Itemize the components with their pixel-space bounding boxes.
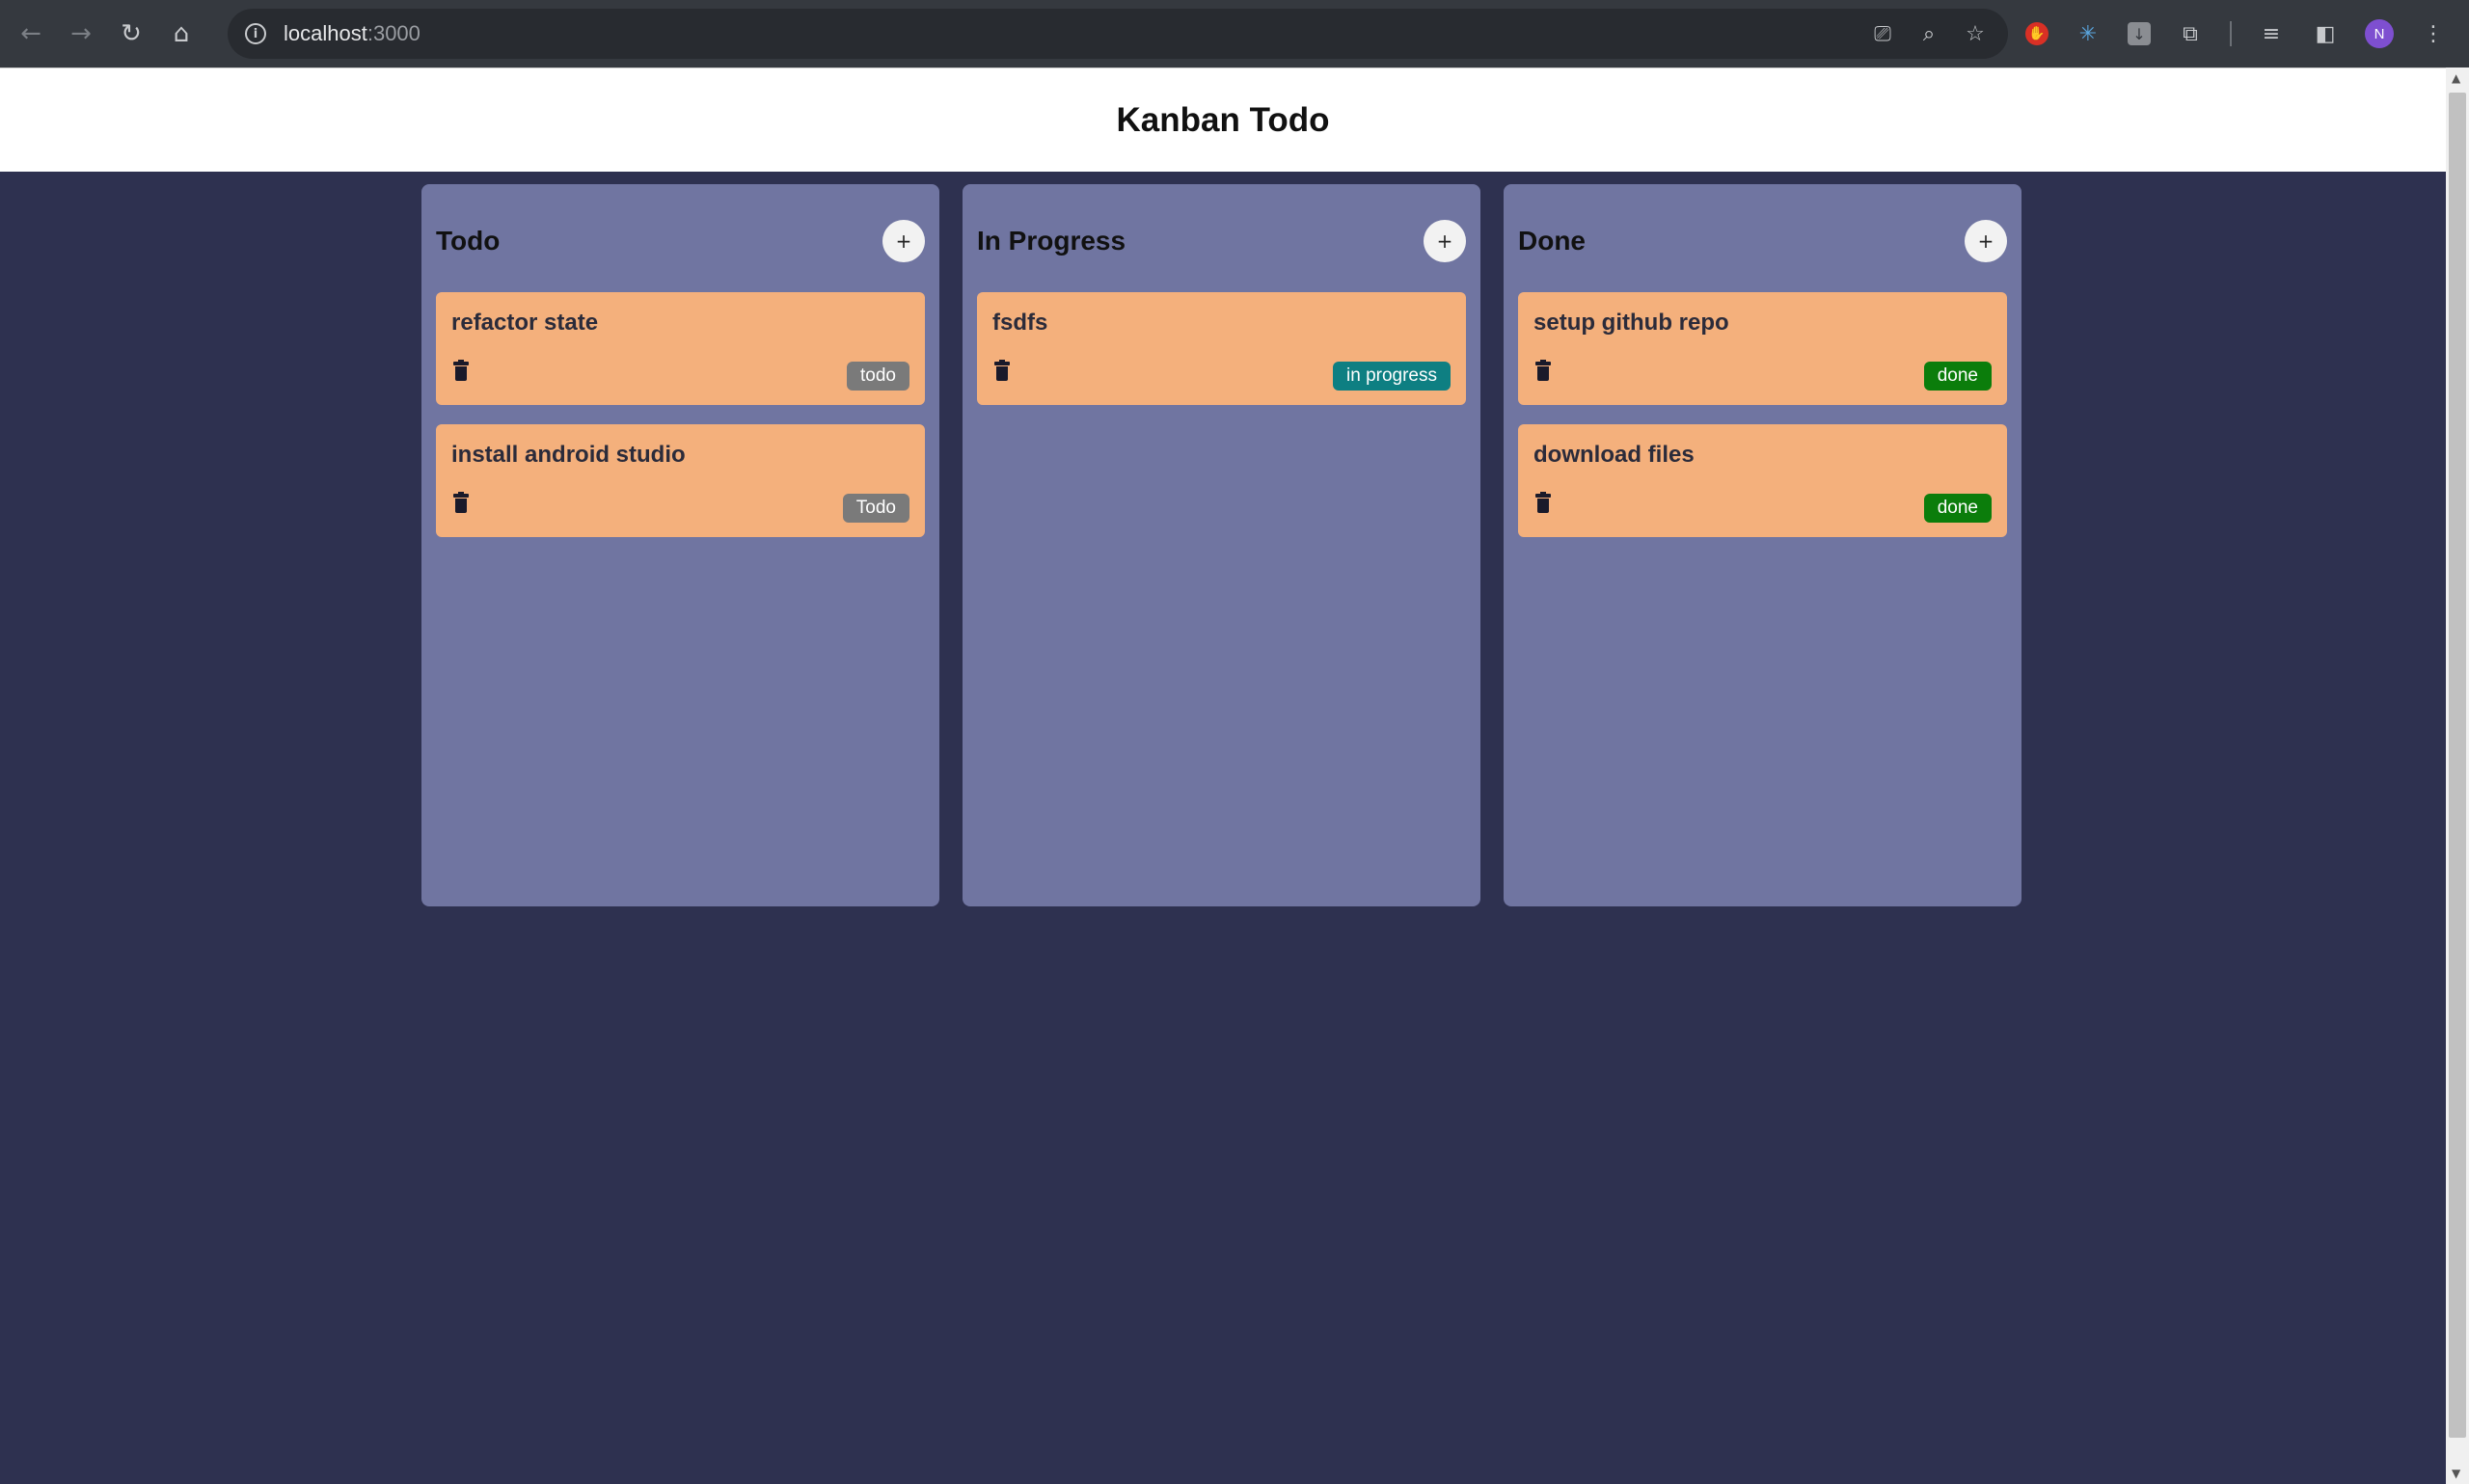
bookmark-star-icon[interactable]: ☆ <box>1962 20 1989 47</box>
card-title: install android studio <box>451 442 686 468</box>
extensions-puzzle-icon[interactable]: ⧉ <box>2176 19 2205 48</box>
scroll-down-arrow-icon[interactable]: ▼ <box>2452 1467 2460 1480</box>
task-card[interactable]: fsdfs in progress <box>977 292 1466 405</box>
status-badge: Todo <box>842 494 909 523</box>
column-title: Done <box>1518 226 1586 256</box>
trash-icon[interactable] <box>1535 360 1551 381</box>
task-card[interactable]: setup github repo done <box>1518 292 2007 405</box>
add-card-button[interactable]: + <box>1424 220 1466 262</box>
media-playlist-icon[interactable]: ≡ <box>2257 19 2286 48</box>
page-title: Kanban Todo <box>1116 100 1330 139</box>
url-host: localhost <box>284 21 367 45</box>
column-title: Todo <box>436 226 501 256</box>
site-info-icon[interactable]: i <box>245 23 266 44</box>
trash-icon[interactable] <box>453 492 469 513</box>
browser-toolbar: ← → ↻ ⌂ i localhost:3000 ⎚ ⌕ ☆ ✋ ✳ ↓ ⧉ ≡… <box>0 0 2469 67</box>
extension-sparkle-icon[interactable]: ✳ <box>2074 19 2103 48</box>
column-todo[interactable]: Todo + refactor state todo install andro… <box>421 184 939 906</box>
more-menu-icon[interactable]: ⋮ <box>2419 19 2448 48</box>
card-title: fsdfs <box>992 310 1048 336</box>
trash-icon[interactable] <box>994 360 1010 381</box>
card-title: setup github repo <box>1533 310 1729 336</box>
address-bar[interactable]: i localhost:3000 ⎚ ⌕ ☆ <box>228 9 2008 59</box>
column-header: Todo + <box>436 184 925 292</box>
column-title: In Progress <box>977 226 1126 256</box>
back-arrow-icon[interactable]: ← <box>6 9 56 59</box>
kanban-board: Todo + refactor state todo install andro… <box>421 184 2021 906</box>
task-card[interactable]: refactor state todo <box>436 292 925 405</box>
add-card-button[interactable]: + <box>1965 220 2007 262</box>
url-text[interactable]: localhost:3000 <box>284 21 421 46</box>
home-icon[interactable]: ⌂ <box>156 9 206 59</box>
page: Kanban Todo Todo + refactor state todo i… <box>0 67 2446 1484</box>
extension-download-icon[interactable]: ↓ <box>2128 22 2151 45</box>
url-port: :3000 <box>366 21 421 45</box>
page-scrollbar[interactable]: ▲ ▼ <box>2446 67 2469 1484</box>
task-card[interactable]: install android studio Todo <box>436 424 925 537</box>
status-badge: done <box>1923 362 1992 391</box>
card-title: refactor state <box>451 310 599 336</box>
card-title: download files <box>1533 442 1695 468</box>
column-header: In Progress + <box>977 184 1466 292</box>
avatar-letter: N <box>2374 25 2385 42</box>
task-card[interactable]: download files done <box>1518 424 2007 537</box>
scroll-up-arrow-icon[interactable]: ▲ <box>2452 71 2460 85</box>
side-panel-icon[interactable]: ◧ <box>2311 19 2340 48</box>
scrollbar-thumb[interactable] <box>2449 93 2466 1438</box>
zoom-icon[interactable]: ⌕ <box>1915 20 1942 47</box>
app-header: Kanban Todo <box>0 67 2446 172</box>
reload-icon[interactable]: ↻ <box>106 9 156 59</box>
column-header: Done + <box>1518 184 2007 292</box>
toolbar-divider <box>2230 21 2232 46</box>
status-badge: done <box>1923 494 1992 523</box>
trash-icon[interactable] <box>453 360 469 381</box>
add-card-button[interactable]: + <box>882 220 925 262</box>
status-badge: todo <box>847 362 909 391</box>
install-app-icon[interactable]: ⎚ <box>1869 20 1896 47</box>
trash-icon[interactable] <box>1535 492 1551 513</box>
column-done[interactable]: Done + setup github repo done download f… <box>1504 184 2021 906</box>
profile-avatar[interactable]: N <box>2365 19 2394 48</box>
forward-arrow-icon[interactable]: → <box>56 9 106 59</box>
column-in-progress[interactable]: In Progress + fsdfs in progress <box>963 184 1480 906</box>
extension-stop-icon[interactable]: ✋ <box>2025 22 2048 45</box>
status-badge: in progress <box>1333 362 1451 391</box>
